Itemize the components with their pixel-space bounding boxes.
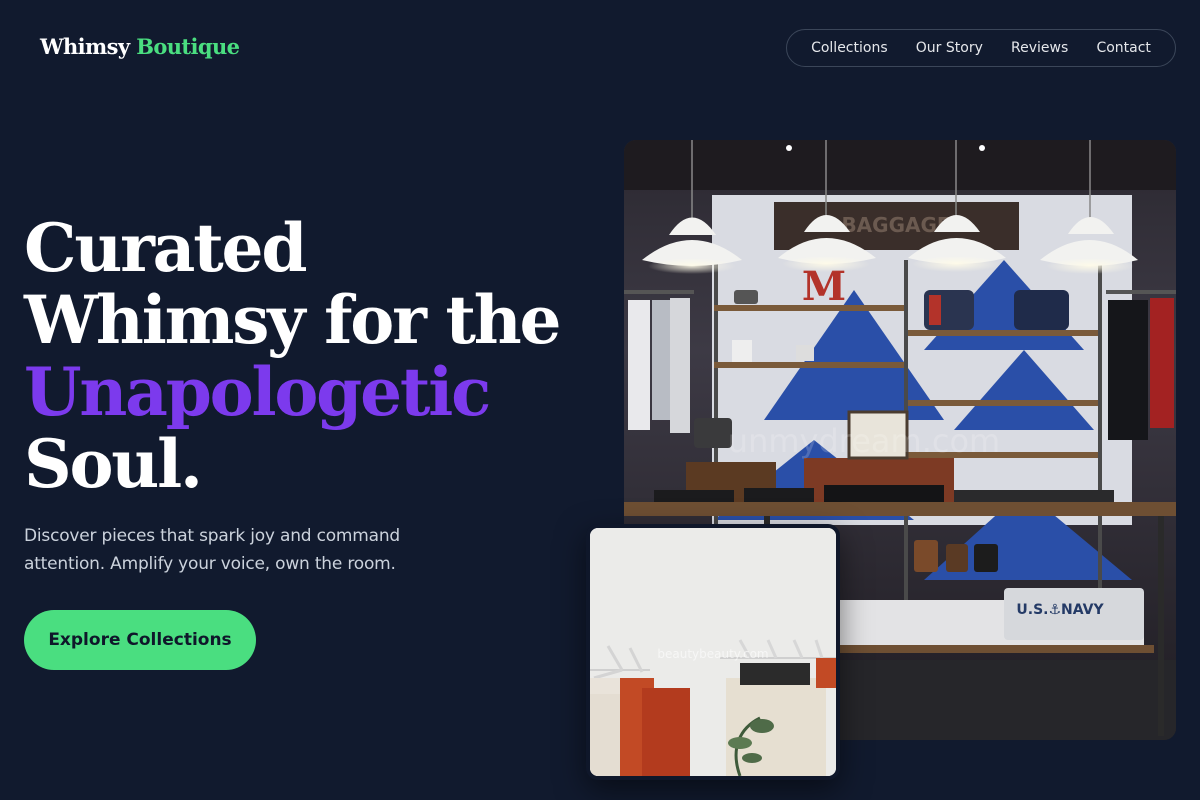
brand-name-accent: Boutique [136, 34, 240, 59]
hero-headline: Curated Whimsy for the Unapologetic Soul… [24, 209, 562, 503]
headline-highlight: Unapologetic [24, 353, 491, 431]
brand-name-primary: Whimsy [40, 34, 130, 59]
main-nav: Collections Our Story Reviews Contact [786, 29, 1176, 67]
headline-line-1: Curated [24, 209, 307, 287]
headline-line-4: Soul. [24, 425, 203, 503]
clothing-rack-illustration: beautybeauty.com [590, 528, 836, 776]
headline-line-2: Whimsy for the [24, 281, 562, 359]
nav-link-our-story[interactable]: Our Story [916, 40, 983, 56]
nav-link-collections[interactable]: Collections [811, 40, 888, 56]
shelf-sign-text: BAGGAGE [841, 213, 950, 237]
sweater-text: U.S.⚓NAVY [1016, 602, 1104, 618]
nav-link-contact[interactable]: Contact [1096, 40, 1150, 56]
store-image-watermark: unmydream.com [728, 422, 1000, 460]
brand-logo[interactable]: Whimsy Boutique [40, 34, 240, 59]
hero-subtext: Discover pieces that spark joy and comma… [24, 526, 401, 574]
nav-link-reviews[interactable]: Reviews [1011, 40, 1068, 56]
explore-collections-button[interactable]: Explore Collections [24, 610, 256, 670]
rack-image-watermark: beautybeauty.com [657, 647, 768, 661]
clothing-rack-image: beautybeauty.com [586, 524, 840, 780]
landing-page: Whimsy Boutique Collections Our Story Re… [0, 0, 1200, 800]
